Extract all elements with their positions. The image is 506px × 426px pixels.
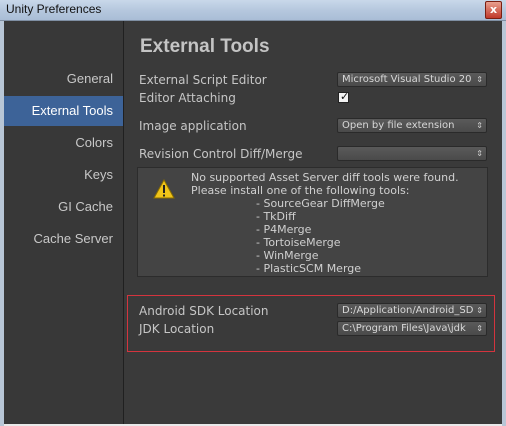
tool-item: - TortoiseMerge — [256, 236, 341, 249]
tool-item: - SourceGear DiffMerge — [256, 197, 385, 210]
dropdown-arrow-icon: ⇕ — [476, 121, 483, 130]
sidebar-item-keys[interactable]: Keys — [4, 160, 123, 190]
android-sdk-value: D:/Application/Android_SD — [342, 305, 474, 316]
jdk-field[interactable]: C:\Program Files\Java\jdk ⇕ — [337, 321, 487, 336]
tool-item: - TkDiff — [256, 210, 296, 223]
window-frame-right — [502, 21, 506, 426]
warning-icon — [153, 179, 175, 199]
image-application-dropdown[interactable]: Open by file extension ⇕ — [337, 118, 487, 133]
help-line: No supported Asset Server diff tools wer… — [191, 171, 459, 184]
revision-control-dropdown[interactable]: ⇕ — [337, 146, 487, 161]
window-title: Unity Preferences — [6, 2, 102, 16]
revision-control-label: Revision Control Diff/Merge — [139, 147, 303, 161]
close-icon: x — [489, 3, 498, 16]
title-bar[interactable]: Unity Preferences x — [0, 0, 506, 21]
jdk-label: JDK Location — [139, 322, 215, 336]
tool-item: - WinMerge — [256, 249, 319, 262]
image-application-label: Image application — [139, 119, 247, 133]
script-editor-label: External Script Editor — [139, 73, 267, 87]
jdk-value: C:\Program Files\Java\jdk — [342, 323, 466, 334]
sidebar-item-general[interactable]: General — [4, 64, 123, 94]
dropdown-arrow-icon: ⇕ — [476, 306, 483, 315]
page-title: External Tools — [140, 36, 270, 57]
close-button[interactable]: x — [485, 1, 502, 19]
main-panel: External Tools External Script Editor Mi… — [124, 21, 502, 424]
tool-item: - P4Merge — [256, 223, 312, 236]
script-editor-value: Microsoft Visual Studio 20 — [342, 74, 472, 85]
image-application-value: Open by file extension — [342, 120, 455, 131]
android-sdk-label: Android SDK Location — [139, 304, 269, 318]
sidebar-item-colors[interactable]: Colors — [4, 128, 123, 158]
editor-attaching-checkbox[interactable]: ✓ — [338, 90, 350, 103]
tool-item: - PlasticSCM Merge — [256, 262, 362, 275]
sidebar-item-gi-cache[interactable]: GI Cache — [4, 192, 123, 222]
sidebar-item-external-tools[interactable]: External Tools — [4, 96, 123, 126]
android-sdk-field[interactable]: D:/Application/Android_SD ⇕ — [337, 303, 487, 318]
sidebar: General External Tools Colors Keys GI Ca… — [4, 21, 124, 424]
dropdown-arrow-icon: ⇕ — [476, 149, 483, 158]
dropdown-arrow-icon: ⇕ — [476, 324, 483, 333]
checkmark-icon: ✓ — [340, 90, 350, 103]
preferences-window: Unity Preferences x General External Too… — [0, 0, 506, 426]
editor-attaching-label: Editor Attaching — [139, 91, 236, 105]
help-line: Please install one of the following tool… — [191, 184, 410, 197]
dropdown-arrow-icon: ⇕ — [476, 75, 483, 84]
diff-tools-help-box: No supported Asset Server diff tools wer… — [137, 167, 488, 277]
sidebar-item-cache-server[interactable]: Cache Server — [4, 224, 123, 254]
script-editor-dropdown[interactable]: Microsoft Visual Studio 20 ⇕ — [337, 72, 487, 87]
tool-list: - SourceGear DiffMerge - TkDiff - P4Merge -… — [191, 197, 459, 275]
help-message: No supported Asset Server diff tools wer… — [191, 171, 459, 275]
